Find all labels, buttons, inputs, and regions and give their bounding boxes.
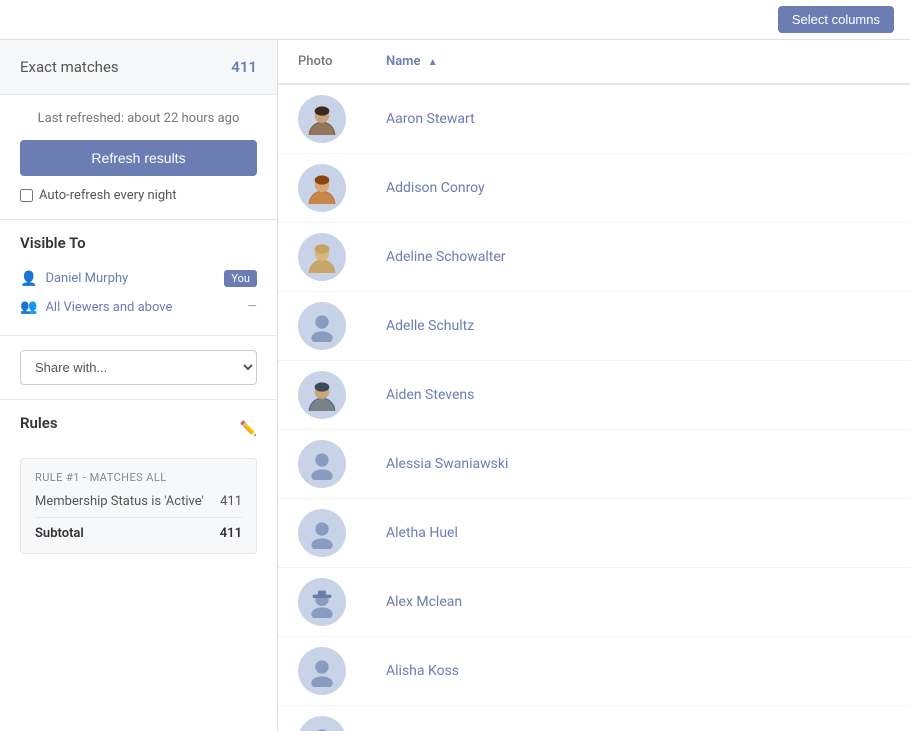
photo-cell	[278, 154, 366, 223]
name-cell: Adeline Schowalter	[366, 223, 910, 292]
name-cell: Addison Conroy	[366, 154, 910, 223]
user-daniel-name[interactable]: Daniel Murphy	[45, 271, 128, 286]
person-name-link[interactable]: Addison Conroy	[386, 180, 485, 196]
rule-number-label: RULE #1 - MATCHES ALL	[35, 471, 242, 484]
results-table: Photo Name ▲ Aaron Stewart Addison Conro…	[278, 40, 910, 731]
table-header-row: Photo Name ▲	[278, 40, 910, 84]
avatar	[298, 578, 346, 626]
avatar	[298, 716, 346, 731]
top-bar: Select columns	[0, 0, 910, 40]
subtotal-count: 411	[220, 526, 242, 541]
photo-cell	[278, 706, 366, 731]
person-name-link[interactable]: Aletha Huel	[386, 525, 458, 541]
person-name-link[interactable]: Aiden Stevens	[386, 387, 474, 403]
name-cell: Aaron Stewart	[366, 84, 910, 154]
exact-matches-count: 411	[231, 58, 257, 76]
avatar	[298, 302, 346, 350]
auto-refresh-checkbox[interactable]	[20, 189, 33, 202]
col-name[interactable]: Name ▲	[366, 40, 910, 84]
person-icon: 👤	[20, 271, 37, 287]
exact-matches-header: Exact matches 411	[0, 40, 277, 95]
sidebar: Exact matches 411 Last refreshed: about …	[0, 40, 278, 731]
refresh-section: Last refreshed: about 22 hours ago Refre…	[0, 95, 277, 220]
person-name-link[interactable]: Alex Mclean	[386, 594, 462, 610]
table-row: Alex Mclean	[278, 568, 910, 637]
rules-title: Rules	[20, 414, 58, 432]
person-name-link[interactable]: Adelle Schultz	[386, 318, 474, 334]
name-cell: Alisha Koss	[366, 637, 910, 706]
group-icon: 👥	[20, 299, 37, 315]
subtotal-row: Subtotal 411	[35, 517, 242, 541]
name-cell: Aiden Stevens	[366, 361, 910, 430]
photo-cell	[278, 568, 366, 637]
col-photo: Photo	[278, 40, 366, 84]
table-row: Addison Conroy	[278, 154, 910, 223]
user-info-daniel: 👤 Daniel Murphy	[20, 271, 128, 287]
visible-to-section: Visible To 👤 Daniel Murphy You 👥 All Vie…	[0, 220, 277, 336]
auto-refresh-text: Auto-refresh every night	[39, 188, 177, 203]
photo-cell	[278, 84, 366, 154]
rules-section: Rules ✏️ RULE #1 - MATCHES ALL Membershi…	[0, 400, 277, 568]
share-with-select[interactable]: Share with...	[20, 350, 257, 385]
rule-condition-text: Membership Status is 'Active'	[35, 494, 204, 509]
avatar	[298, 509, 346, 557]
table-row: Allen Kiehn	[278, 706, 910, 731]
last-refreshed-text: Last refreshed: about 22 hours ago	[20, 111, 257, 126]
sort-arrow: ▲	[428, 57, 438, 68]
refresh-results-button[interactable]: Refresh results	[20, 140, 257, 176]
name-cell: Allen Kiehn	[366, 706, 910, 731]
exact-matches-label: Exact matches	[20, 58, 119, 76]
name-cell: Alessia Swaniawski	[366, 430, 910, 499]
table-row: Aletha Huel	[278, 499, 910, 568]
name-cell: Adelle Schultz	[366, 292, 910, 361]
avatar	[298, 95, 346, 143]
share-with-section: Share with...	[0, 336, 277, 400]
table-row: Aiden Stevens	[278, 361, 910, 430]
person-name-link[interactable]: Alisha Koss	[386, 663, 459, 679]
avatar	[298, 647, 346, 695]
edit-icon[interactable]: ✏️	[240, 421, 257, 437]
photo-cell	[278, 637, 366, 706]
avatar	[298, 233, 346, 281]
visible-to-title: Visible To	[20, 234, 257, 252]
rules-header: Rules ✏️	[20, 414, 257, 444]
you-badge: You	[224, 270, 257, 287]
subtotal-label: Subtotal	[35, 526, 84, 541]
name-cell: Alex Mclean	[366, 568, 910, 637]
table-row: Adeline Schowalter	[278, 223, 910, 292]
avatar	[298, 440, 346, 488]
auto-refresh-label[interactable]: Auto-refresh every night	[20, 188, 257, 203]
person-name-link[interactable]: Alessia Swaniawski	[386, 456, 508, 472]
avatar	[298, 164, 346, 212]
rule-box: RULE #1 - MATCHES ALL Membership Status …	[20, 458, 257, 554]
rule-condition-count: 411	[220, 494, 242, 509]
user-info-all-viewers: 👥 All Viewers and above	[20, 299, 172, 315]
all-viewers-label[interactable]: All Viewers and above	[45, 300, 172, 315]
photo-cell	[278, 223, 366, 292]
select-columns-button[interactable]: Select columns	[778, 6, 894, 33]
table-row: Aaron Stewart	[278, 84, 910, 154]
photo-cell	[278, 361, 366, 430]
name-cell: Aletha Huel	[366, 499, 910, 568]
photo-cell	[278, 499, 366, 568]
rule-condition-row: Membership Status is 'Active' 411	[35, 494, 242, 509]
person-name-link[interactable]: Aaron Stewart	[386, 111, 475, 127]
user-row-all-viewers: 👥 All Viewers and above −	[20, 293, 257, 321]
person-name-link[interactable]: Adeline Schowalter	[386, 249, 506, 265]
photo-cell	[278, 292, 366, 361]
remove-all-viewers-button[interactable]: −	[248, 299, 257, 315]
user-row-daniel: 👤 Daniel Murphy You	[20, 264, 257, 293]
table-row: Alisha Koss	[278, 637, 910, 706]
table-row: Adelle Schultz	[278, 292, 910, 361]
main-content: Photo Name ▲ Aaron Stewart Addison Conro…	[278, 40, 910, 731]
avatar	[298, 371, 346, 419]
table-row: Alessia Swaniawski	[278, 430, 910, 499]
photo-cell	[278, 430, 366, 499]
